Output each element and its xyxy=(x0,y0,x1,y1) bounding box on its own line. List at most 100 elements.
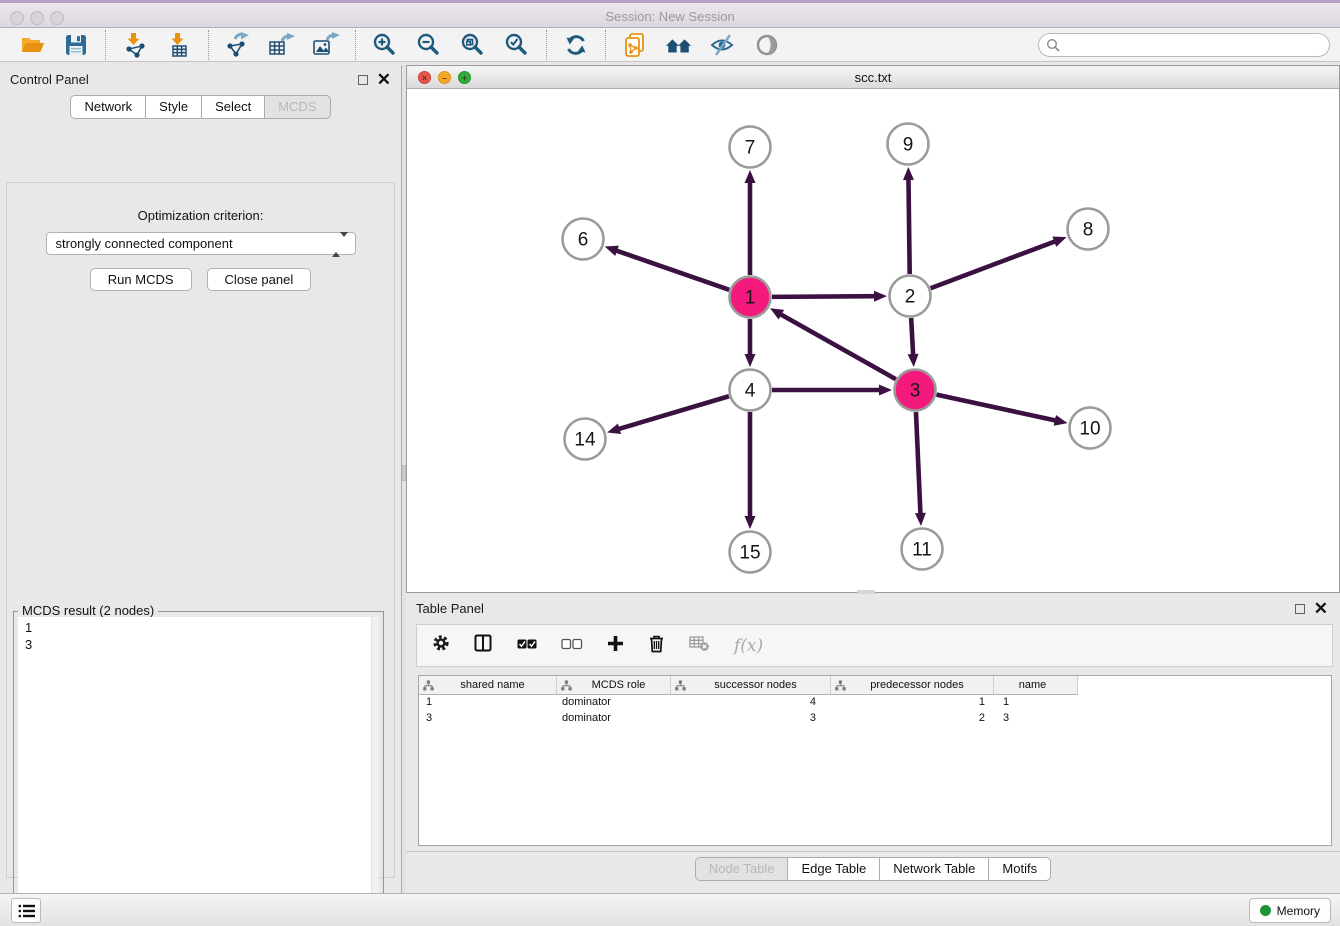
tab-network[interactable]: Network xyxy=(70,95,146,119)
table-row[interactable]: 3dominator323 xyxy=(419,711,1331,727)
edge-arrowhead xyxy=(607,423,621,434)
graph-node-11[interactable]: 11 xyxy=(902,529,943,570)
table-options-icon[interactable] xyxy=(432,634,450,657)
table-cell[interactable]: 4 xyxy=(671,695,831,711)
table-cell[interactable]: 3 xyxy=(994,711,1078,727)
optimization-criterion-value: strongly connected component xyxy=(56,236,233,251)
network-window-title: scc.txt xyxy=(407,70,1339,85)
edge-2-8[interactable] xyxy=(931,241,1057,288)
refresh-layout-icon[interactable] xyxy=(562,31,590,59)
search-input[interactable] xyxy=(1061,35,1329,55)
mcds-result-scrollbar[interactable] xyxy=(371,617,379,926)
sort-column-icon xyxy=(423,680,434,691)
close-panel-button[interactable]: Close panel xyxy=(207,268,312,291)
edge-3-1[interactable] xyxy=(780,314,896,380)
toolbar-separator xyxy=(605,30,606,60)
node-label: 15 xyxy=(739,543,760,564)
tab-style[interactable]: Style xyxy=(146,95,202,119)
graph-node-7[interactable]: 7 xyxy=(730,127,771,168)
optimization-criterion-select[interactable]: strongly connected component xyxy=(46,232,356,255)
column-header-successor-nodes[interactable]: successor nodes xyxy=(671,676,831,695)
table-panel-close-icon[interactable]: ✕ xyxy=(1314,604,1328,614)
tab-motifs[interactable]: Motifs xyxy=(989,857,1051,881)
zoom-out-icon[interactable] xyxy=(415,31,443,59)
zoom-in-icon[interactable] xyxy=(371,31,399,59)
zoom-selected-icon[interactable] xyxy=(503,31,531,59)
select-all-icon[interactable] xyxy=(517,637,537,655)
graph-node-1[interactable]: 1 xyxy=(730,277,771,318)
open-session-icon[interactable] xyxy=(18,31,46,59)
export-image-icon[interactable] xyxy=(312,31,340,59)
control-panel-tabs: NetworkStyleSelectMCDS xyxy=(70,95,330,119)
graph-node-10[interactable]: 10 xyxy=(1070,408,1111,449)
graph-node-15[interactable]: 15 xyxy=(730,532,771,573)
graph-node-9[interactable]: 9 xyxy=(888,124,929,165)
edge-1-6[interactable] xyxy=(615,250,729,290)
import-table-icon[interactable] xyxy=(165,31,193,59)
tab-edge-table[interactable]: Edge Table xyxy=(788,857,880,881)
table-row[interactable]: 1dominator411 xyxy=(419,695,1331,711)
show-graphics-details-icon[interactable] xyxy=(753,31,781,59)
table-panel-float-icon[interactable] xyxy=(1295,604,1305,614)
graph-node-2[interactable]: 2 xyxy=(890,276,931,317)
mcds-result-text[interactable]: 1 3 xyxy=(18,617,379,926)
table-cell[interactable]: 3 xyxy=(419,711,557,727)
edge-arrowhead xyxy=(745,354,756,367)
save-session-icon[interactable] xyxy=(62,31,90,59)
tab-node-table[interactable]: Node Table xyxy=(695,857,789,881)
zoom-fit-icon[interactable] xyxy=(459,31,487,59)
add-column-icon[interactable] xyxy=(607,635,624,657)
table-cell[interactable]: dominator xyxy=(557,711,671,727)
table-cell[interactable]: 1 xyxy=(419,695,557,711)
node-table[interactable]: shared nameMCDS rolesuccessor nodesprede… xyxy=(418,675,1332,846)
node-label: 11 xyxy=(912,540,932,561)
table-cell[interactable]: 1 xyxy=(831,695,994,711)
clone-network-icon[interactable] xyxy=(621,31,649,59)
sort-column-icon xyxy=(675,680,686,691)
network-overview-icon[interactable] xyxy=(665,31,693,59)
table-cell[interactable]: 2 xyxy=(831,711,994,727)
export-network-icon[interactable] xyxy=(224,31,252,59)
tab-mcds[interactable]: MCDS xyxy=(265,95,330,119)
tab-network-table[interactable]: Network Table xyxy=(880,857,989,881)
graph-node-6[interactable]: 6 xyxy=(563,219,604,260)
edge-3-11[interactable] xyxy=(916,412,921,515)
deselect-all-icon[interactable] xyxy=(561,637,583,655)
list-icon xyxy=(18,904,35,918)
show-columns-icon[interactable] xyxy=(474,634,493,657)
tab-select[interactable]: Select xyxy=(202,95,265,119)
column-header-name[interactable]: name xyxy=(994,676,1078,695)
network-window-titlebar[interactable]: × – + scc.txt xyxy=(407,66,1339,89)
edge-arrowhead xyxy=(879,385,892,396)
task-history-button[interactable] xyxy=(11,898,41,923)
network-canvas[interactable]: 7 9 6 8 1 2 4 3 14 10 15 11 xyxy=(407,89,1339,592)
run-mcds-button[interactable]: Run MCDS xyxy=(90,268,192,291)
memory-button[interactable]: Memory xyxy=(1249,898,1331,923)
horizontal-splitter-handle[interactable] xyxy=(857,590,875,594)
table-cell[interactable]: 3 xyxy=(671,711,831,727)
control-panel-close-icon[interactable]: ✕ xyxy=(377,75,391,85)
edge-2-9[interactable] xyxy=(908,178,909,274)
edge-2-3[interactable] xyxy=(911,318,913,356)
network-graph-svg[interactable]: 7 9 6 8 1 2 4 3 14 10 15 11 xyxy=(407,89,1339,592)
column-header-shared-name[interactable]: shared name xyxy=(419,676,557,695)
export-table-icon[interactable] xyxy=(268,31,296,59)
control-panel-float-icon[interactable] xyxy=(358,75,368,85)
memory-status-icon xyxy=(1260,905,1271,916)
graph-node-8[interactable]: 8 xyxy=(1068,209,1109,250)
table-header-row: shared nameMCDS rolesuccessor nodesprede… xyxy=(419,676,1331,695)
edge-4-14[interactable] xyxy=(618,396,729,429)
column-header-MCDS-role[interactable]: MCDS role xyxy=(557,676,671,695)
hide-graphics-details-icon[interactable] xyxy=(709,31,737,59)
graph-node-14[interactable]: 14 xyxy=(565,419,606,460)
column-header-predecessor-nodes[interactable]: predecessor nodes xyxy=(831,676,994,695)
edge-1-2[interactable] xyxy=(772,296,876,297)
graph-node-3[interactable]: 3 xyxy=(895,370,936,411)
delete-column-icon[interactable] xyxy=(648,634,665,658)
table-cell[interactable]: 1 xyxy=(994,695,1078,711)
edge-3-10[interactable] xyxy=(936,395,1056,421)
import-network-icon[interactable] xyxy=(121,31,149,59)
graph-node-4[interactable]: 4 xyxy=(730,370,771,411)
search-box[interactable] xyxy=(1038,33,1330,57)
table-cell[interactable]: dominator xyxy=(557,695,671,711)
